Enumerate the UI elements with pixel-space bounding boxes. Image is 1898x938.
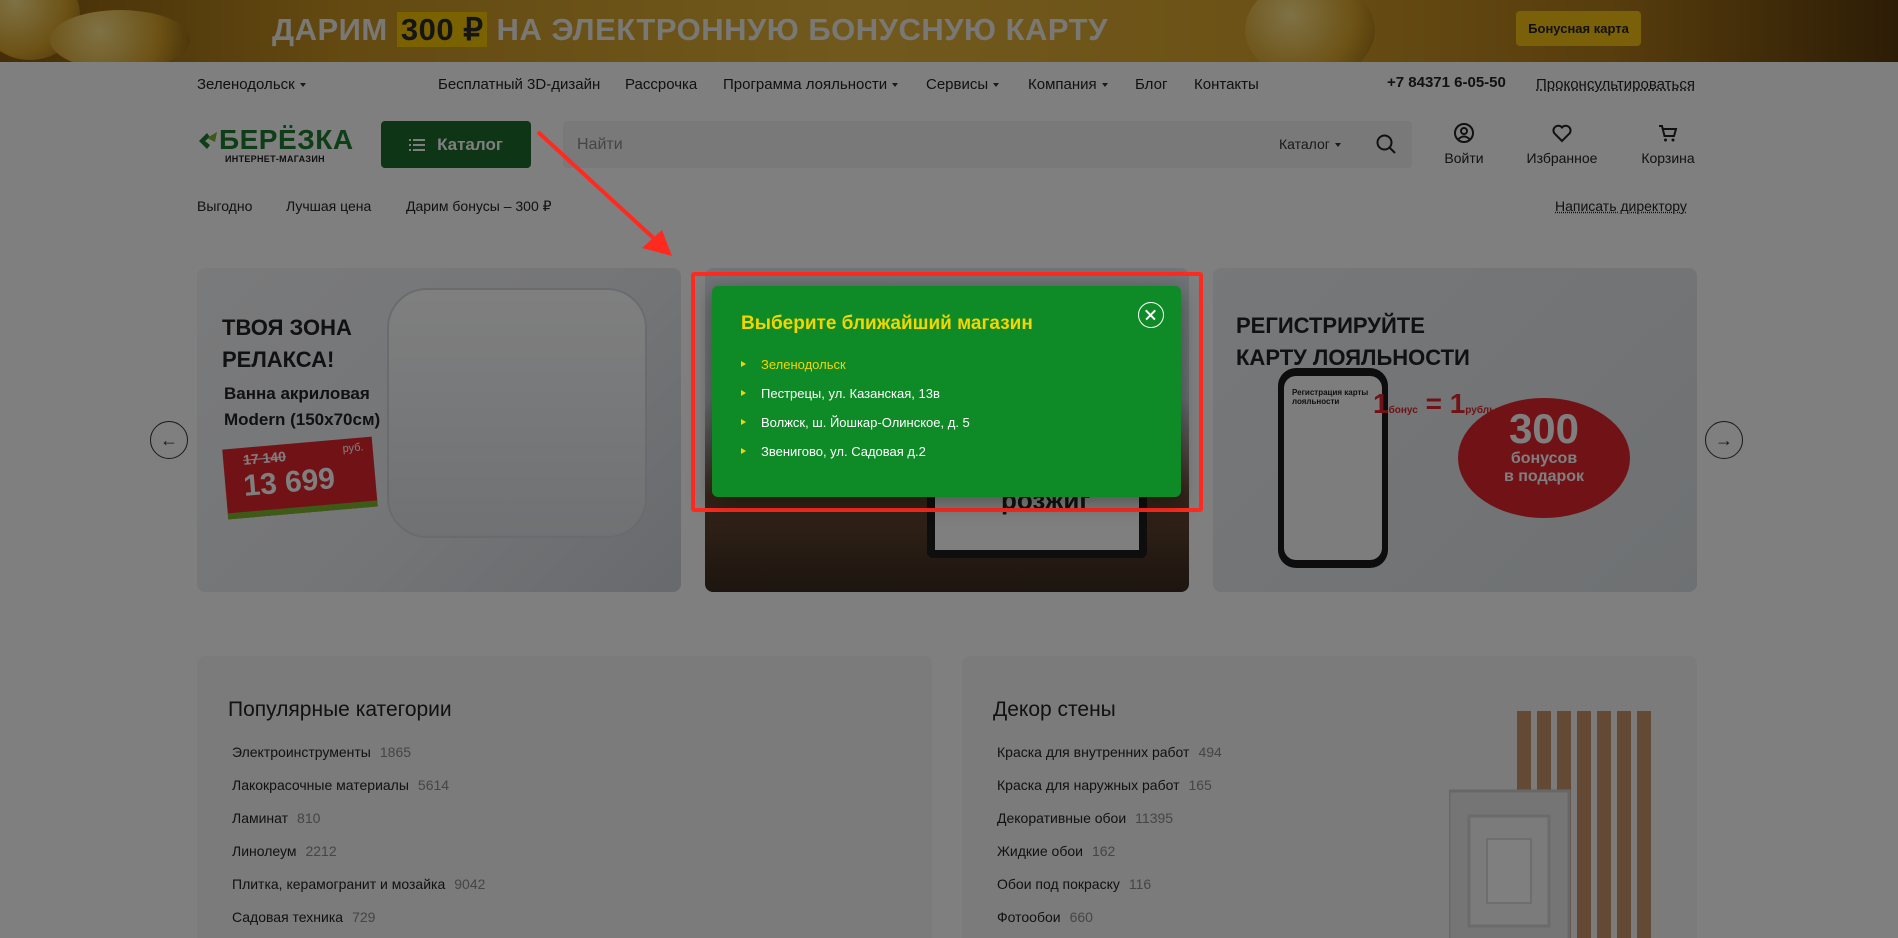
store-option-zvenigovo[interactable]: Звенигово, ул. Садовая д.2 <box>741 444 970 473</box>
store-select-modal: Выберите ближайший магазин Зеленодольск … <box>712 286 1181 497</box>
store-list: Зеленодольск Пестрецы, ул. Казанская, 13… <box>741 357 970 473</box>
close-icon[interactable] <box>1138 302 1164 328</box>
annotation-arrow-icon <box>530 126 680 261</box>
store-option-zelenodolsk[interactable]: Зеленодольск <box>741 357 970 386</box>
store-option-pestretsy[interactable]: Пестрецы, ул. Казанская, 13в <box>741 386 970 415</box>
store-option-volzhsk[interactable]: Волжск, ш. Йошкар-Олинское, д. 5 <box>741 415 970 444</box>
modal-title: Выберите ближайший магазин <box>741 313 1033 335</box>
